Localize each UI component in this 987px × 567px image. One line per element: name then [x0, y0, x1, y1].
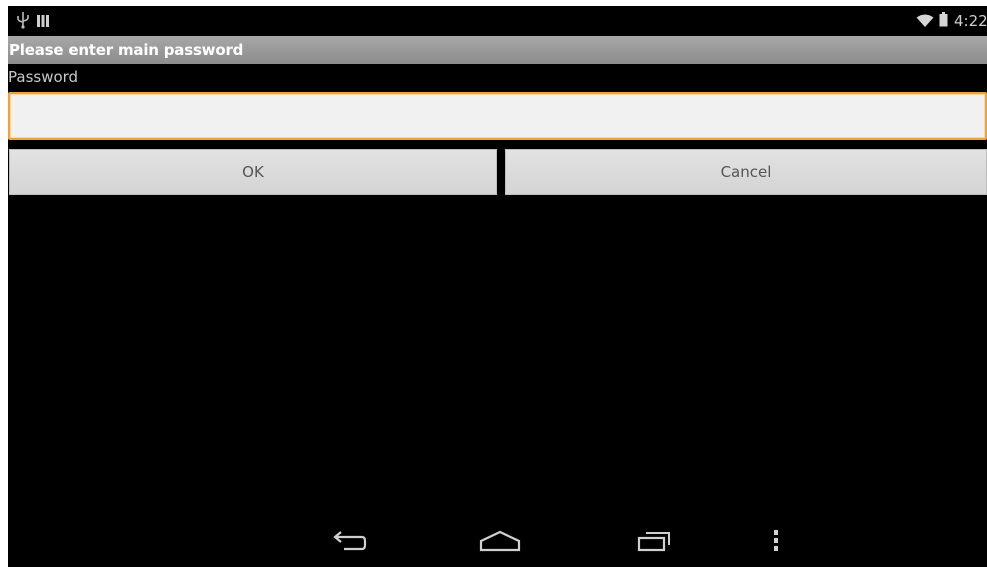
home-icon[interactable] [478, 529, 522, 553]
navigation-bar [8, 516, 987, 567]
wifi-icon [916, 13, 934, 27]
password-input[interactable] [8, 92, 987, 140]
dialog-title: Please enter main password [8, 36, 987, 64]
menu-icon[interactable] [771, 528, 781, 554]
ok-button[interactable]: OK [9, 149, 497, 195]
usb-icon [16, 11, 30, 29]
status-bar: 4:22 [8, 6, 987, 36]
back-icon[interactable] [328, 529, 368, 553]
signal-bars-icon [36, 13, 50, 27]
battery-icon [939, 12, 948, 27]
status-time: 4:22 [954, 12, 987, 30]
recent-apps-icon[interactable] [636, 529, 672, 553]
password-label: Password [8, 68, 79, 86]
screen: 4:22 Please enter main password Password… [8, 6, 987, 567]
cancel-button[interactable]: Cancel [505, 149, 987, 195]
